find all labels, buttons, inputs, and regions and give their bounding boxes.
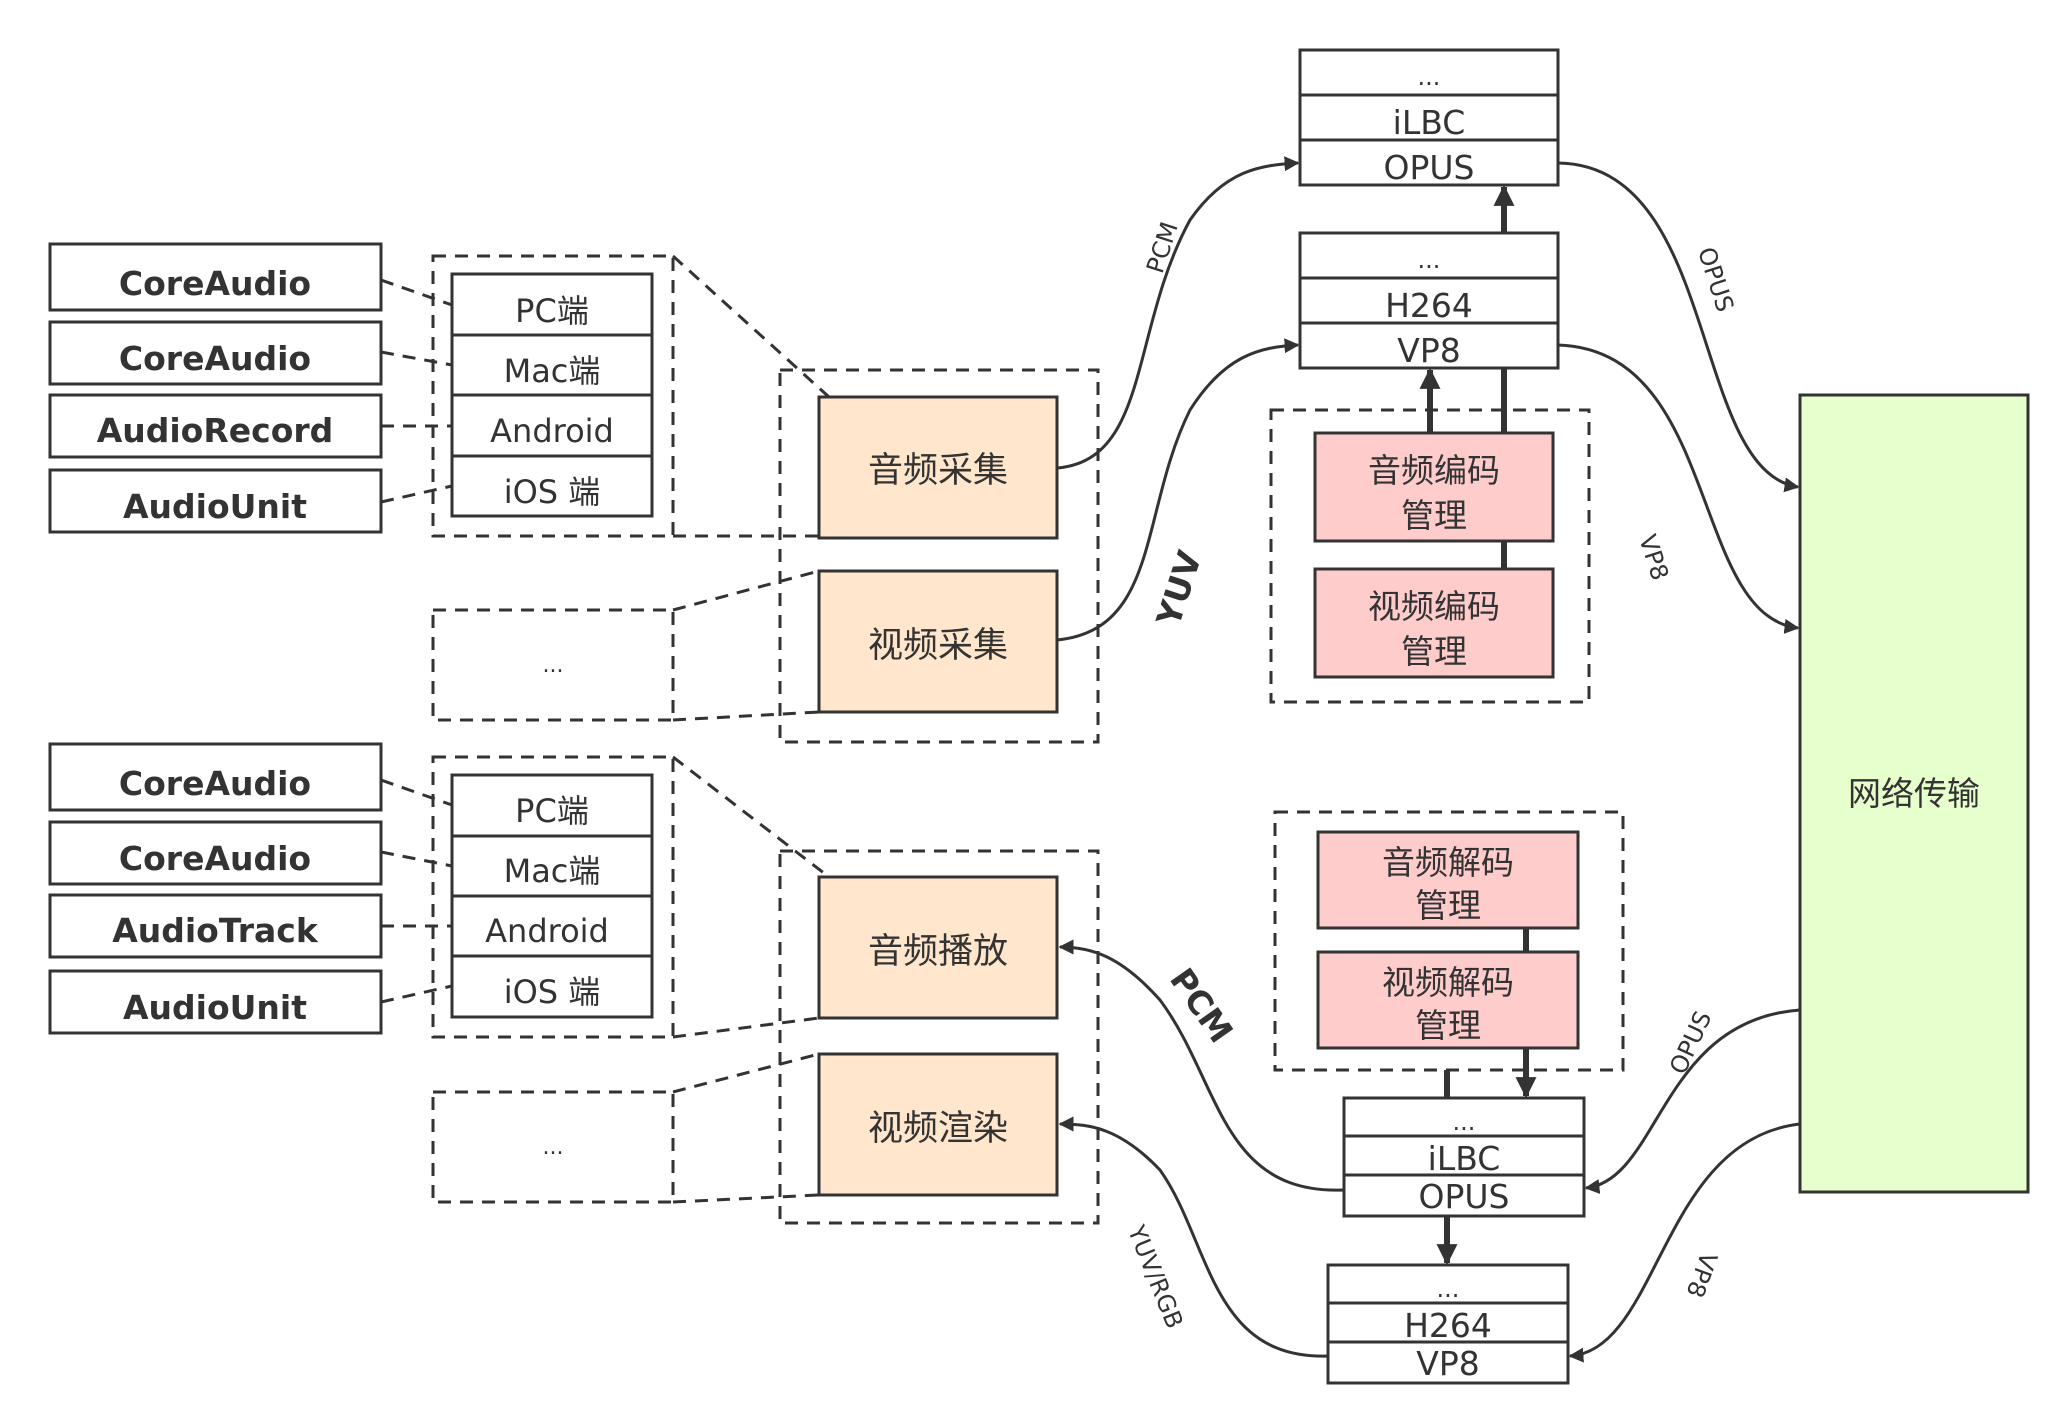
encode-audio-codec-cell: iLBC: [1393, 103, 1466, 142]
playback-other-ellipsis: ...: [543, 1135, 564, 1160]
video-encode-manager-label: 视频编码: [1368, 587, 1500, 626]
vp8-send-arrow: [1557, 343, 1800, 634]
playback-section: CoreAudio CoreAudio AudioTrack AudioUnit…: [48, 742, 1100, 1225]
video-encode-manager-label: 管理: [1401, 632, 1467, 671]
capture-platform-cell: Android: [490, 412, 614, 450]
encode-audio-codec-cell: OPUS: [1384, 148, 1475, 187]
decode-audio-codec-cell: OPUS: [1419, 1177, 1510, 1216]
audio-decode-manager-label: 管理: [1415, 886, 1481, 925]
network-transport-label: 网络传输: [1848, 774, 1980, 813]
pcm-capture-arrow: [1056, 156, 1300, 470]
decode-video-codec-cell: H264: [1404, 1306, 1492, 1345]
audio-playback-label: 音频播放: [868, 932, 1008, 972]
encode-audio-codec-cell: ...: [1418, 63, 1441, 91]
playback-platform-cell: Android: [485, 912, 609, 950]
audio-encode-manager-label: 音频编码: [1368, 451, 1500, 490]
capture-section: CoreAudio CoreAudio AudioRecord AudioUni…: [48, 242, 1100, 744]
edge-label-vp8-in: VP8: [1680, 1248, 1722, 1301]
encode-video-codec-cell: VP8: [1397, 331, 1460, 370]
architecture-diagram: CoreAudio CoreAudio AudioRecord AudioUni…: [48, 48, 2030, 1385]
encode-video-codec-cell: H264: [1385, 286, 1473, 325]
video-decode-manager-label: 视频解码: [1382, 963, 1514, 1002]
edge-label-opus-in: OPUS: [1664, 1007, 1717, 1079]
playback-api-label: AudioUnit: [123, 988, 307, 1027]
video-decode-manager-label: 管理: [1415, 1006, 1481, 1045]
edge-label-vp8-out: VP8: [1633, 531, 1674, 584]
encode-section: ... iLBC OPUS ... H264 VP8 音频编码 管理 视频编码 …: [1269, 48, 1591, 704]
playback-platform-cell: PC端: [515, 792, 589, 830]
capture-api-label: CoreAudio: [119, 264, 311, 303]
decode-video-codec-cell: ...: [1437, 1275, 1460, 1303]
edge-label-yuv-rgb-out: YUV/RGB: [1122, 1221, 1189, 1333]
audio-decode-manager-label: 音频解码: [1382, 843, 1514, 882]
playback-platform-cell: iOS 端: [504, 973, 601, 1011]
playback-platform-cell: Mac端: [504, 852, 601, 890]
audio-encode-manager-label: 管理: [1401, 496, 1467, 535]
decode-section: 音频解码 管理 视频解码 管理 ... iLBC OPUS ... H264 V…: [1273, 810, 1625, 1385]
playback-api-label: AudioTrack: [112, 911, 319, 950]
capture-platform-cell: Mac端: [504, 352, 601, 390]
capture-platform-cell: iOS 端: [504, 473, 601, 511]
playback-api-label: CoreAudio: [119, 839, 311, 878]
video-render-label: 视频渲染: [868, 1109, 1008, 1149]
capture-platform-cell: PC端: [515, 292, 589, 330]
capture-other-ellipsis: ...: [543, 653, 564, 678]
yuv-rgb-render-arrow: [1058, 1116, 1329, 1358]
video-capture-label: 视频采集: [868, 626, 1008, 666]
network-section: 网络传输: [1798, 393, 2030, 1194]
vp8-receive-arrow: [1568, 1122, 1801, 1363]
audio-capture-label: 音频采集: [868, 451, 1008, 491]
edge-label-opus-out: OPUS: [1692, 244, 1739, 316]
decode-video-codec-cell: VP8: [1416, 1344, 1479, 1383]
encode-video-codec-cell: ...: [1418, 246, 1441, 274]
capture-api-label: AudioUnit: [123, 487, 307, 526]
decode-audio-codec-cell: ...: [1453, 1108, 1476, 1136]
capture-api-label: CoreAudio: [119, 339, 311, 378]
capture-api-label: AudioRecord: [97, 411, 334, 450]
decode-audio-codec-cell: iLBC: [1428, 1139, 1501, 1178]
playback-api-label: CoreAudio: [119, 764, 311, 803]
edge-label-yuv-in: YUV: [1148, 546, 1209, 632]
edge-label-pcm-out: PCM: [1162, 961, 1241, 1050]
